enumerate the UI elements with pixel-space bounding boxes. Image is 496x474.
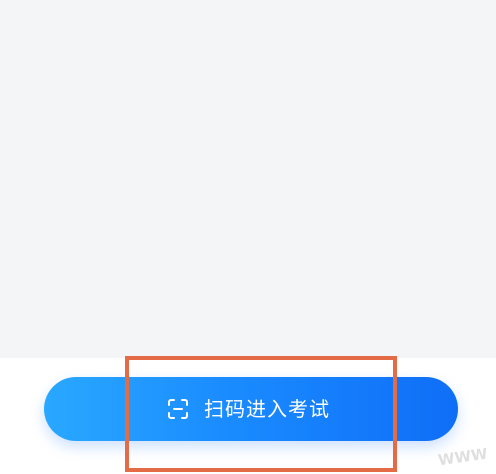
scan-icon xyxy=(166,397,190,421)
content-area xyxy=(0,0,496,358)
scan-enter-exam-button[interactable]: 扫码进入考试 xyxy=(44,377,458,441)
scan-button-content: 扫码进入考试 xyxy=(166,397,330,421)
app-screen: 扫码进入考试 WWW xyxy=(0,0,496,474)
scan-enter-exam-label: 扫码进入考试 xyxy=(204,397,330,421)
